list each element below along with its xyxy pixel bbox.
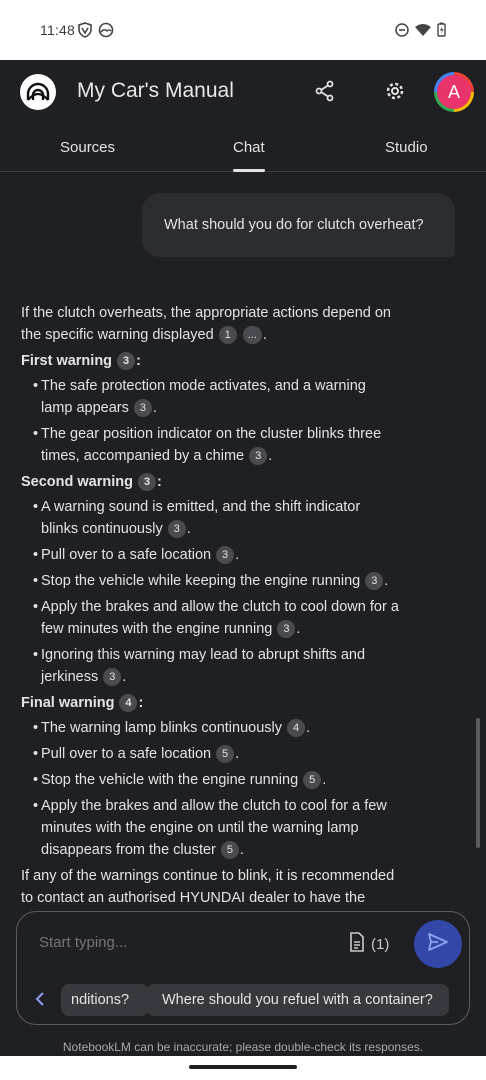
chevron-left-icon [35, 991, 45, 1011]
citation-chip[interactable]: 4 [287, 719, 306, 737]
notebooklm-logo-icon [20, 74, 56, 110]
list-item: • Stop the vehicle while keeping the engi… [33, 572, 389, 590]
list-item: • Apply the brakes and allow the clutch t… [33, 798, 387, 859]
bullet-list: • A warning sound is emitted, and the shi… [21, 496, 401, 688]
list-item: • Stop the vehicle with the engine runnin… [33, 771, 327, 789]
chat-scrollbar[interactable] [476, 718, 480, 848]
dnd-icon [395, 22, 409, 42]
gear-icon[interactable] [384, 80, 406, 107]
list-item: • The safe protection mode activates, and… [33, 378, 366, 417]
suggestion-chip[interactable]: nditions? [61, 984, 149, 1016]
chat-input[interactable] [39, 934, 339, 951]
list-item: • The warning lamp blinks continuously 4. [33, 719, 311, 737]
app-bar: My Car's Manual A [0, 60, 486, 124]
section-heading: Final warning 4: [21, 694, 144, 712]
avatar-letter: A [437, 75, 471, 109]
citation-chip[interactable]: 4 [119, 694, 138, 712]
disclaimer-text: NotebookLM can be inaccurate; please dou… [62, 1040, 424, 1054]
avatar[interactable]: A [434, 72, 474, 112]
shield-v-icon [78, 22, 92, 43]
send-icon [428, 932, 448, 956]
tab-bar: Sources Chat Studio [0, 124, 486, 172]
active-tab-indicator [233, 169, 265, 172]
citation-chip[interactable]: 1 [218, 326, 237, 344]
answer-outro: If any of the warnings continue to blink… [21, 865, 401, 913]
home-gesture-pill[interactable] [189, 1065, 297, 1069]
document-icon [349, 932, 365, 956]
source-count: (1) [371, 935, 390, 953]
list-item: • Pull over to a safe location 5. [33, 745, 240, 763]
citation-chip[interactable]: 3 [216, 546, 235, 564]
assistant-answer: If the clutch overheats, the appropriate… [21, 302, 401, 913]
notebook-title: My Car's Manual [77, 79, 234, 102]
list-item: • Ignoring this warning may lead to abrup… [33, 647, 366, 686]
list-item: • Apply the brakes and allow the clutch t… [33, 599, 399, 638]
suggestion-chip[interactable]: Where should you refuel with a container… [146, 984, 449, 1016]
citation-chip[interactable]: 3 [117, 352, 136, 370]
section-heading: Second warning 3: [21, 473, 162, 491]
tab-chat[interactable]: Chat [233, 139, 265, 156]
status-bar: 11:48 [0, 0, 486, 60]
status-time: 11:48 [40, 22, 75, 38]
suggestion-chips: nditions? Where should you refuel with a… [17, 984, 469, 1018]
answer-intro: If the clutch overheats, the appropriate… [21, 305, 391, 344]
citation-chip[interactable]: 3 [133, 399, 152, 417]
bullet-list: • The safe protection mode activates, and… [21, 375, 401, 467]
bullet-list: • The warning lamp blinks continuously 4.… [21, 717, 401, 861]
citation-chip[interactable]: 5 [220, 841, 239, 859]
citation-chip[interactable]: 3 [103, 668, 122, 686]
more-citations-chip[interactable]: ... [242, 326, 262, 344]
selected-sources-indicator[interactable]: (1) [349, 932, 389, 956]
citation-chip[interactable]: 3 [277, 620, 296, 638]
send-button[interactable] [414, 920, 462, 968]
citation-chip[interactable]: 3 [138, 473, 157, 491]
scroll-back-button[interactable] [25, 986, 55, 1016]
tab-studio[interactable]: Studio [385, 139, 428, 156]
composer: (1) nditions? Where should you refuel wi… [16, 911, 470, 1025]
wifi-icon [415, 23, 431, 42]
battery-charging-icon [437, 22, 446, 42]
citation-chip[interactable]: 3 [249, 447, 268, 465]
section-heading: First warning 3: [21, 352, 141, 370]
list-item: • Pull over to a safe location 3. [33, 546, 240, 564]
cloud-icon [98, 22, 114, 43]
tab-sources[interactable]: Sources [60, 139, 115, 156]
user-message-text: What should you do for clutch overheat? [164, 217, 424, 233]
user-message-bubble: What should you do for clutch overheat? [142, 193, 455, 257]
list-item: • A warning sound is emitted, and the shi… [33, 499, 361, 538]
chat-area[interactable]: What should you do for clutch overheat? … [0, 173, 486, 913]
share-icon[interactable] [314, 80, 336, 107]
system-nav-bar [0, 1056, 486, 1080]
citation-chip[interactable]: 5 [303, 771, 322, 789]
list-item: • The gear position indicator on the clus… [33, 426, 382, 465]
citation-chip[interactable]: 5 [216, 745, 235, 763]
citation-chip[interactable]: 3 [365, 572, 384, 590]
citation-chip[interactable]: 3 [167, 520, 186, 538]
